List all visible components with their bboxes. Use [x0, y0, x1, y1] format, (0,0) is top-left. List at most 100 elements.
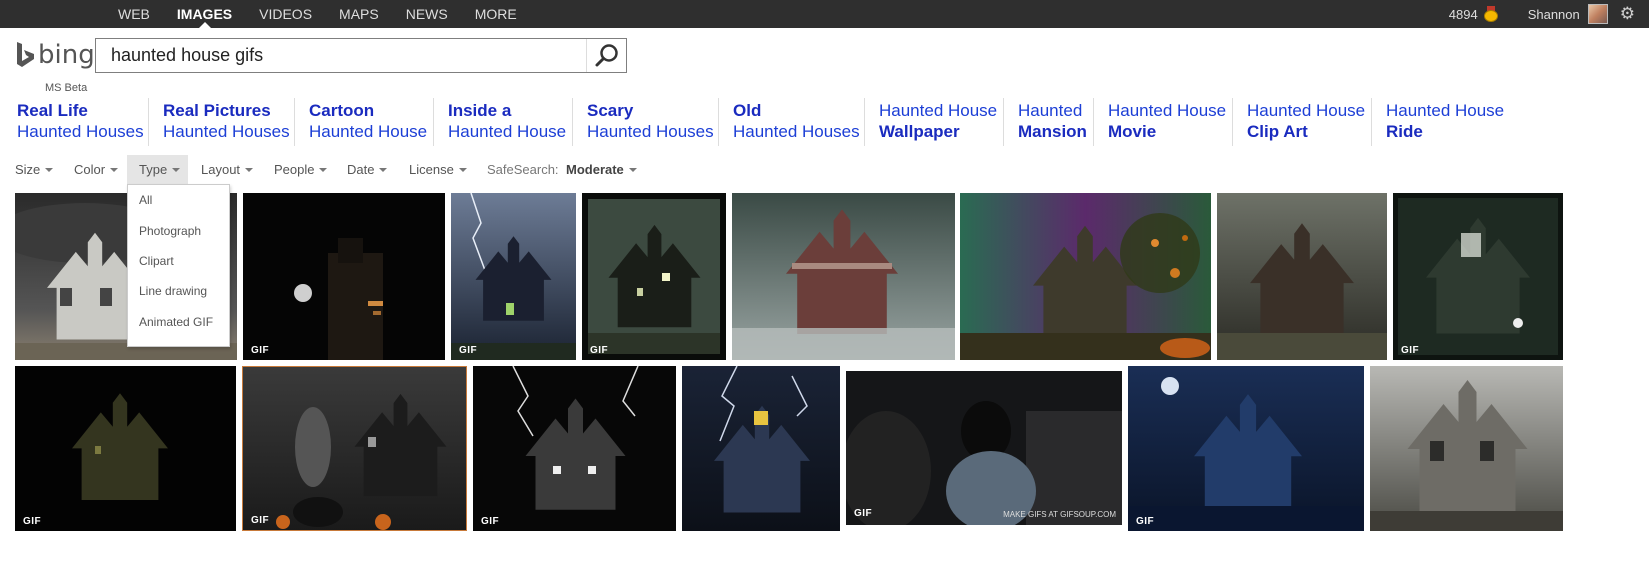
- bing-logo-icon: [17, 42, 34, 67]
- filter-color[interactable]: Color: [74, 155, 119, 184]
- result-image[interactable]: GIF: [473, 366, 676, 531]
- type-option-clipart[interactable]: Clipart: [139, 254, 174, 268]
- thumbnail-graphic: [1128, 366, 1364, 531]
- thumbnail-graphic: [582, 193, 726, 360]
- rewards-medal-icon[interactable]: [1483, 6, 1498, 22]
- gif-badge: GIF: [459, 345, 478, 356]
- account-area: 4894 Shannon ⚙: [1449, 0, 1649, 28]
- related-search-item[interactable]: Old Haunted Houses: [718, 98, 860, 146]
- type-filter-menu: All Photograph Clipart Line drawing Anim…: [127, 184, 230, 347]
- related-search-item[interactable]: Real Pictures Haunted Houses: [148, 98, 290, 146]
- related-line2: Wallpaper: [879, 122, 960, 141]
- filter-label: Layout: [201, 162, 241, 177]
- nav-web[interactable]: WEB: [118, 0, 150, 28]
- nav-more[interactable]: MORE: [475, 0, 517, 28]
- filter-label: Type: [139, 162, 168, 177]
- result-image[interactable]: [732, 193, 955, 360]
- related-search-item[interactable]: Inside a Haunted House: [433, 98, 566, 146]
- thumbnail-graphic: [451, 193, 576, 360]
- related-search-item[interactable]: Haunted House Wallpaper: [864, 98, 997, 146]
- result-image[interactable]: [1370, 366, 1563, 531]
- result-image[interactable]: GIF: [15, 366, 236, 531]
- filter-people[interactable]: People: [274, 155, 328, 184]
- related-line1: Haunted House: [879, 101, 998, 120]
- result-image[interactable]: GIF: [243, 193, 445, 360]
- top-nav: WEB IMAGES VIDEOS MAPS NEWS MORE: [118, 0, 544, 28]
- gif-badge: GIF: [590, 345, 609, 356]
- search-box: [95, 38, 627, 73]
- chevron-down-icon: [628, 167, 637, 172]
- related-search-item[interactable]: Haunted Mansion: [1003, 98, 1087, 146]
- related-searches: Real Life Haunted Houses Real Pictures H…: [0, 98, 1649, 146]
- related-search-item[interactable]: Haunted House Movie: [1093, 98, 1226, 146]
- related-line2: Haunted Houses: [733, 122, 860, 141]
- gif-badge: GIF: [1401, 345, 1420, 356]
- related-line2: Haunted Houses: [163, 122, 290, 141]
- filter-license[interactable]: License: [409, 155, 467, 184]
- related-line2: Mansion: [1018, 122, 1087, 141]
- filter-bar: Size Color Type Layout People Date Licen…: [0, 155, 900, 184]
- nav-videos[interactable]: VIDEOS: [259, 0, 312, 28]
- related-line1: Haunted House: [1247, 101, 1366, 120]
- safesearch-label: SafeSearch:: [487, 162, 559, 177]
- gif-badge: GIF: [1136, 516, 1155, 527]
- related-line1: Real Life: [17, 101, 88, 120]
- avatar[interactable]: [1587, 4, 1608, 24]
- related-search-item[interactable]: Haunted House Clip Art: [1232, 98, 1365, 146]
- type-option-line-drawing[interactable]: Line drawing: [139, 284, 207, 298]
- thumbnail-graphic: [1370, 366, 1563, 531]
- gif-badge: GIF: [251, 345, 270, 356]
- related-line1: Real Pictures: [163, 101, 271, 120]
- filter-label: Color: [74, 162, 106, 177]
- type-option-all[interactable]: All: [139, 193, 152, 207]
- type-option-animated-gif[interactable]: Animated GIF: [139, 315, 213, 329]
- filter-size[interactable]: Size: [15, 155, 54, 184]
- search-button[interactable]: [586, 39, 626, 72]
- related-search-item[interactable]: Haunted House Ride: [1371, 98, 1504, 146]
- filter-type[interactable]: Type: [127, 155, 188, 184]
- result-image[interactable]: [960, 193, 1211, 360]
- top-bar: WEB IMAGES VIDEOS MAPS NEWS MORE 4894 Sh…: [0, 0, 1649, 28]
- result-image[interactable]: GIF: [1393, 193, 1563, 360]
- username[interactable]: Shannon: [1528, 7, 1580, 22]
- related-search-item[interactable]: Scary Haunted Houses: [572, 98, 714, 146]
- thumbnail-graphic: [732, 193, 955, 360]
- related-line1: Inside a: [448, 101, 512, 120]
- result-image[interactable]: [682, 366, 840, 531]
- filter-date[interactable]: Date: [347, 155, 388, 184]
- gif-badge: GIF: [481, 516, 500, 527]
- related-search-item[interactable]: Cartoon Haunted House: [294, 98, 427, 146]
- related-search-item[interactable]: Real Life Haunted Houses: [17, 98, 144, 146]
- rewards-points[interactable]: 4894: [1449, 7, 1478, 22]
- result-image[interactable]: GIF MAKE GIFS AT GIFSOUP.COM: [846, 371, 1122, 525]
- filter-label: License: [409, 162, 454, 177]
- related-line1: Haunted: [1018, 101, 1083, 120]
- thumbnail-graphic: [473, 366, 676, 531]
- result-image[interactable]: [1217, 193, 1387, 360]
- filter-label: People: [274, 162, 315, 177]
- nav-images[interactable]: IMAGES: [177, 0, 232, 28]
- safesearch-dropdown[interactable]: Moderate: [566, 155, 637, 184]
- gear-icon[interactable]: ⚙: [1620, 4, 1635, 24]
- result-image[interactable]: GIF: [1128, 366, 1364, 531]
- filter-label: Size: [15, 162, 41, 177]
- nav-maps[interactable]: MAPS: [339, 0, 379, 28]
- filter-label: Date: [347, 162, 375, 177]
- nav-news[interactable]: NEWS: [406, 0, 448, 28]
- filter-layout[interactable]: Layout: [201, 155, 254, 184]
- safesearch-value: Moderate: [566, 162, 624, 177]
- result-image[interactable]: GIF: [582, 193, 726, 360]
- related-line2: Haunted Houses: [17, 122, 144, 141]
- bing-logo[interactable]: bing: [15, 40, 95, 70]
- related-line1: Haunted House: [1386, 101, 1505, 120]
- search-input[interactable]: [96, 39, 588, 72]
- result-image[interactable]: GIF: [451, 193, 576, 360]
- chevron-down-icon: [458, 167, 467, 172]
- search-icon: [595, 44, 618, 67]
- beta-label: MS Beta: [45, 82, 88, 94]
- chevron-down-icon: [45, 167, 54, 172]
- related-line2: Ride: [1386, 122, 1423, 141]
- thumbnail-graphic: [960, 193, 1211, 360]
- type-option-photograph[interactable]: Photograph: [139, 224, 201, 238]
- result-image[interactable]: GIF: [242, 366, 467, 531]
